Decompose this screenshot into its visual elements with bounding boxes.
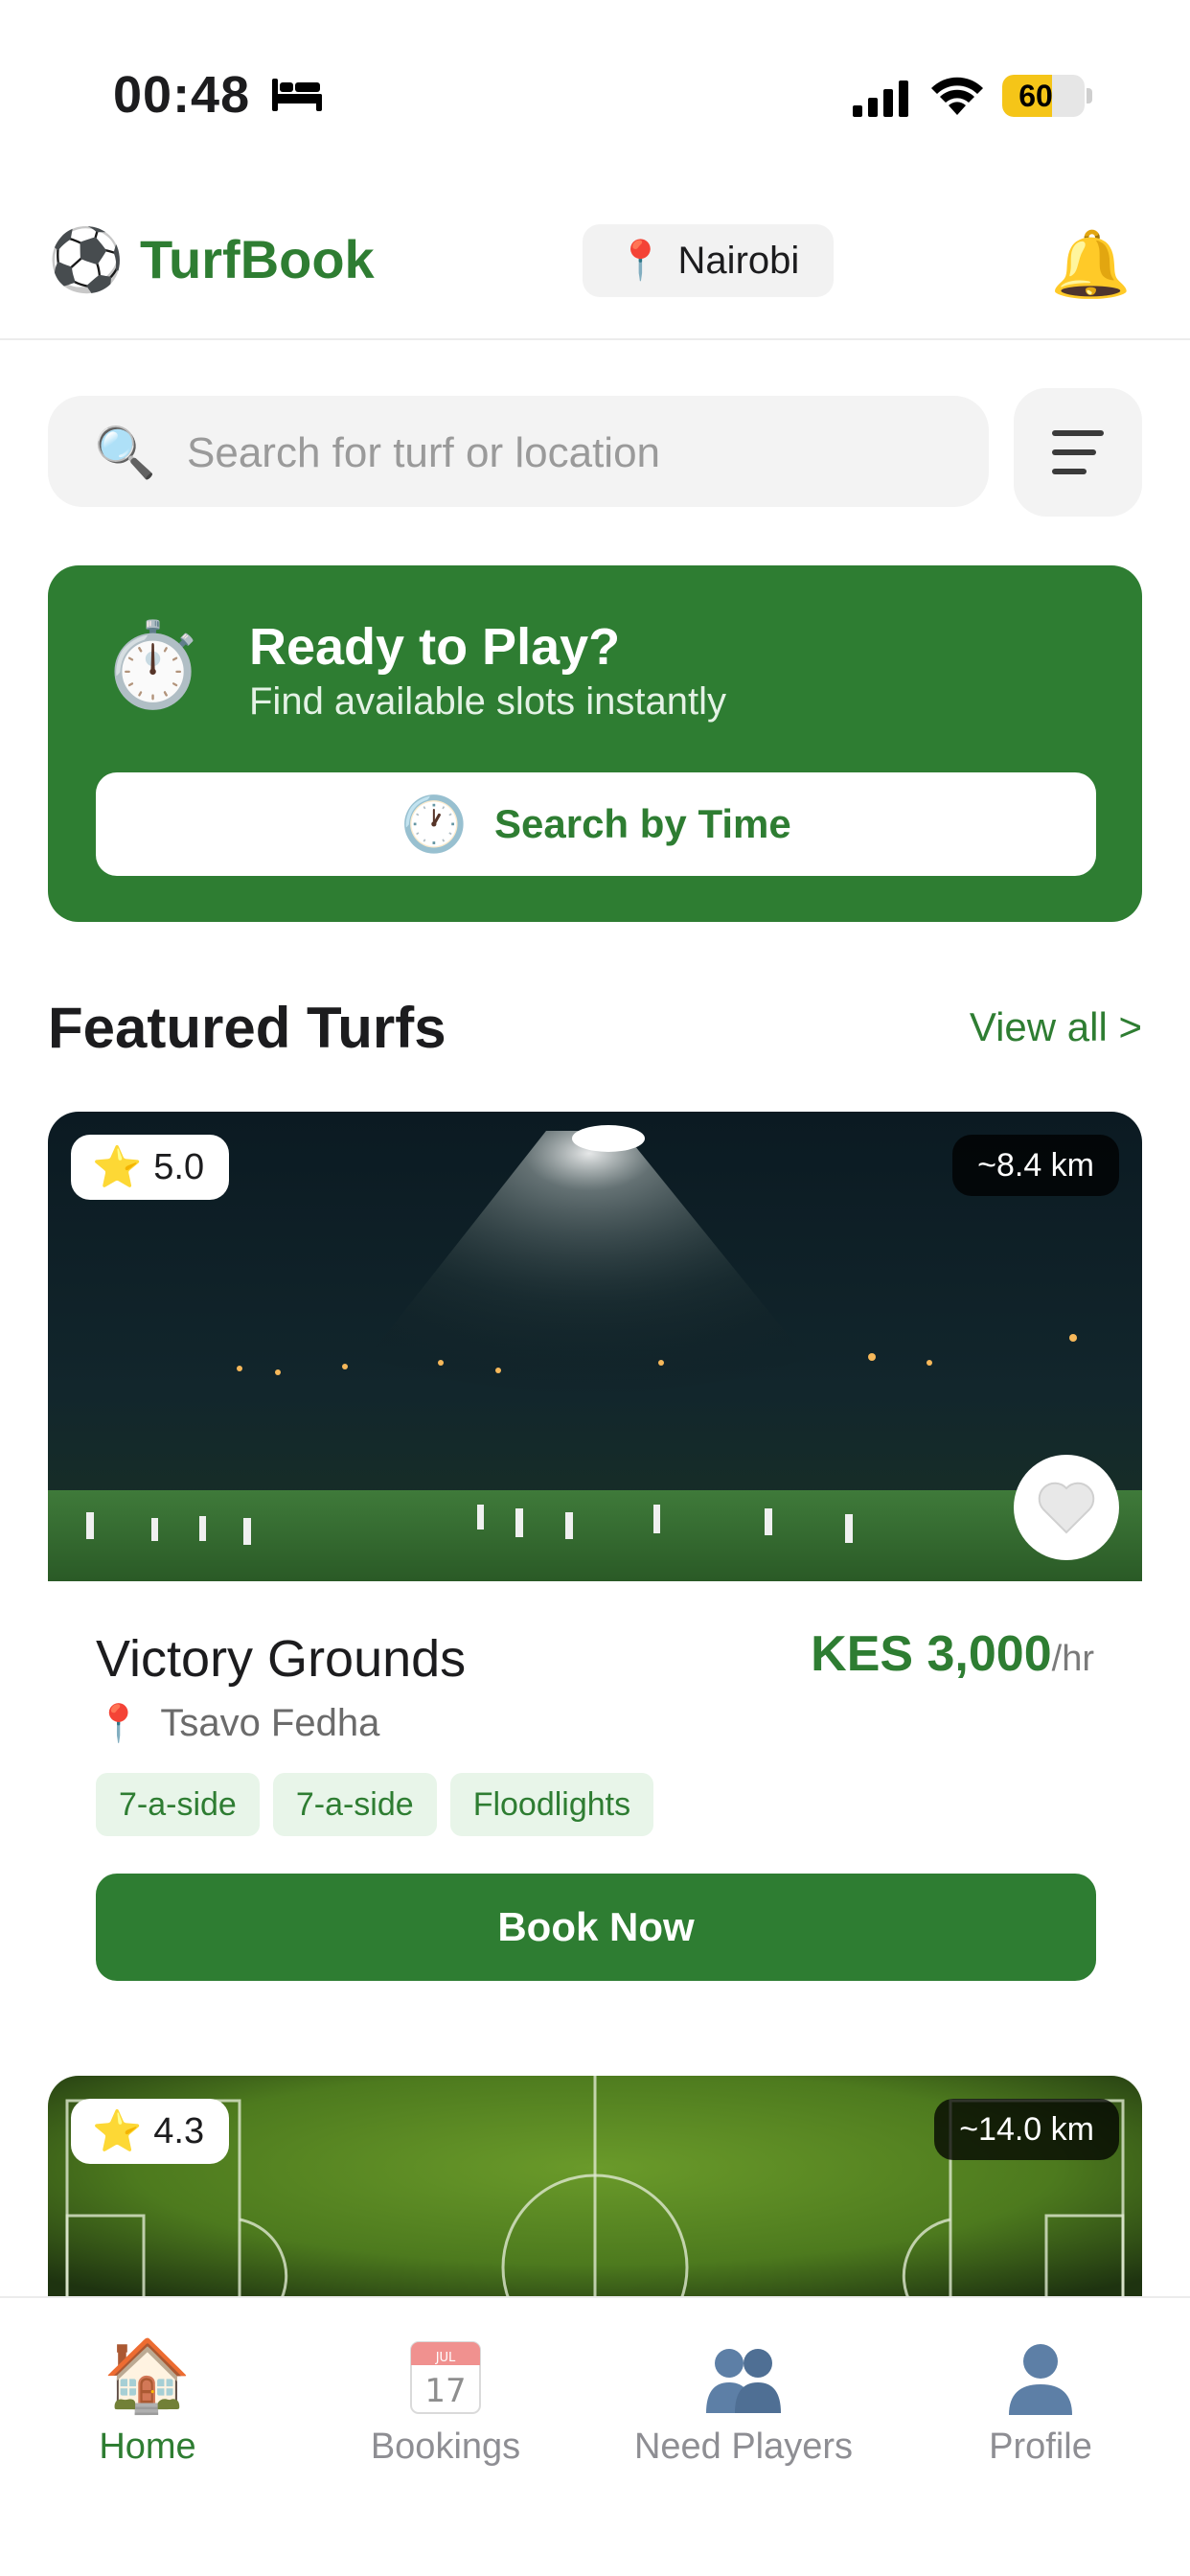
promo-title: Ready to Play? [249,618,621,676]
stopwatch-icon: ⏱️ [102,619,205,711]
tab-need-players[interactable]: Need Players [609,2333,878,2468]
search-by-time-label: Search by Time [494,801,791,846]
map-pin-icon: 📍 [616,240,665,282]
favorite-button[interactable] [1014,1455,1119,1560]
notification-bell-icon[interactable]: 🔔 [1050,224,1132,305]
app-header: ⚽ TurfBook 📍 Nairobi 🔔 [0,192,1190,340]
view-all-link[interactable]: View all > [970,1004,1142,1050]
search-input[interactable]: 🔍 Search for turf or location [48,396,989,507]
tag: 7-a-side [272,1773,437,1836]
clock-icon: 🕐 [400,794,468,854]
tab-label: Home [99,2426,196,2467]
wifi-icon [931,77,983,115]
cellular-signal-icon [853,80,908,117]
turf-tags: 7-a-side 7-a-side Floodlights [96,1773,654,1836]
tab-label: Profile [989,2426,1092,2467]
bottom-tab-bar: 🏠 Home JUL 17 Bookings Need Players Prof… [0,2296,1190,2576]
tab-profile[interactable]: Profile [906,2333,1175,2468]
status-time: 00:48 [113,66,251,124]
book-now-button[interactable]: Book Now [96,1874,1096,1981]
calendar-day: 17 [424,2372,466,2410]
star-icon: ⭐ [92,2108,143,2153]
rating-badge: ⭐ 4.3 [71,2099,230,2164]
search-icon: 🔍 [94,426,156,481]
search-placeholder: Search for turf or location [187,429,661,476]
status-bar: 00:48 60 [0,0,1190,192]
calendar-month: JUL [435,2351,456,2365]
star-icon: ⭐ [92,1144,143,1189]
tab-label: Bookings [370,2426,521,2467]
location-label: Nairobi [677,239,800,282]
tab-label: Need Players [633,2426,854,2467]
turf-location-label: Tsavo Fedha [160,1702,380,1744]
tab-bookings[interactable]: JUL 17 Bookings [311,2333,580,2468]
turf-price: KES 3,000/hr [811,1625,1094,1683]
rating-value: 4.3 [153,2110,205,2151]
tag: Floodlights [449,1773,654,1836]
turf-location: 📍 Tsavo Fedha [96,1702,379,1745]
house-icon: 🏠 [103,2335,193,2415]
price-amount: KES 3,000 [811,1626,1052,1682]
ready-to-play-card: ⏱️ Ready to Play? Find available slots i… [48,565,1142,922]
rating-value: 5.0 [153,1146,205,1187]
battery-indicator: 60 [1002,75,1085,117]
location-selector[interactable]: 📍 Nairobi [583,224,834,297]
filter-button[interactable] [1014,388,1142,517]
map-pin-icon: 📍 [96,1703,142,1744]
tag: 7-a-side [96,1773,260,1836]
turf-card[interactable]: ⭐ 4.3 ~14.0 km [48,2076,1142,2306]
soccer-ball-icon: ⚽ [48,225,125,294]
turf-card[interactable]: ⭐ 5.0 ~8.4 km Victory Grounds KES 3,000/… [48,1112,1142,2022]
search-by-time-button[interactable]: 🕐 Search by Time [96,772,1096,876]
section-title: Featured Turfs [48,996,446,1060]
tab-home[interactable]: 🏠 Home [13,2333,282,2468]
battery-percentage: 60 [1018,79,1053,113]
rating-badge: ⭐ 5.0 [71,1135,230,1200]
heart-icon [1038,1482,1095,1534]
user-icon [1009,2344,1072,2415]
bed-icon [272,79,322,111]
calendar-icon: JUL 17 [410,2341,481,2414]
users-icon [706,2349,781,2413]
filter-icon-line [1052,469,1087,474]
turf-name: Victory Grounds [96,1630,467,1688]
price-unit: /hr [1051,1639,1094,1679]
distance-badge: ~8.4 km [952,1135,1119,1196]
battery-tip [1087,88,1092,104]
promo-subtitle: Find available slots instantly [249,680,727,723]
distance-badge: ~14.0 km [934,2099,1119,2160]
filter-icon-line [1052,430,1104,436]
filter-icon-line [1052,449,1096,455]
app-title: TurfBook [140,229,375,289]
